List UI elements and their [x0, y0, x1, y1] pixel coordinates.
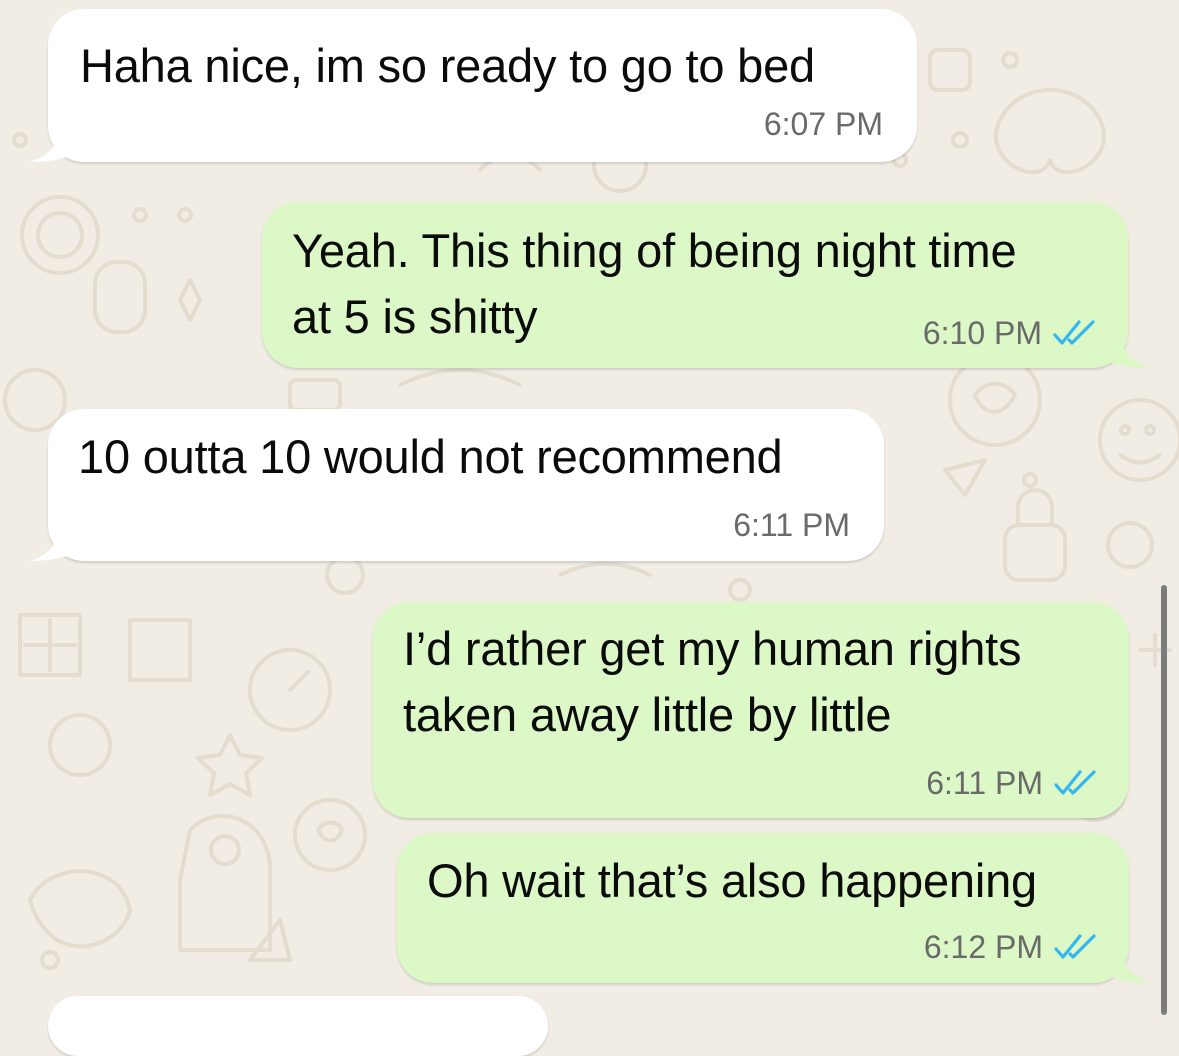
message-timestamp: 6:11 PM: [926, 764, 1043, 801]
message-timestamp: 6:07 PM: [763, 105, 883, 142]
message-text-line-1: Yeah. This thing of being night time: [292, 224, 1017, 277]
message-timestamp: 6:10 PM: [922, 314, 1042, 351]
message-text: 10 outta 10 would not recommend: [78, 430, 783, 483]
message-meta: 6:07 PM: [763, 105, 883, 142]
message-meta: 6:11 PM: [926, 764, 1101, 801]
message-meta: 6:10 PM: [922, 314, 1100, 351]
message-bubble-outgoing[interactable]: Oh wait that’s also happening 6:12 PM: [397, 833, 1151, 983]
message-text-line-1: I’d rather get my human rights: [403, 622, 1022, 675]
message-text-line-2: taken away little by little: [403, 688, 892, 741]
double-check-icon: [1054, 934, 1096, 959]
bubble-tail: [30, 122, 94, 162]
message-bubble-incoming[interactable]: Haha nice, im so ready to go to bed 6:07…: [30, 9, 917, 162]
message-bubble-outgoing[interactable]: I’d rather get my human rights taken awa…: [373, 602, 1129, 818]
scrollbar[interactable]: [1161, 585, 1167, 1015]
message-meta: 6:11 PM: [733, 506, 850, 543]
message-timestamp: 6:11 PM: [733, 506, 850, 543]
bubble-tail: [30, 521, 94, 561]
message-bubble-incoming[interactable]: 10 outta 10 would not recommend 6:11 PM: [30, 409, 884, 561]
double-check-icon: [1053, 320, 1095, 345]
message-text: Oh wait that’s also happening: [427, 854, 1037, 907]
message-bubble-outgoing[interactable]: Yeah. This thing of being night time at …: [262, 202, 1150, 368]
message-timestamp: 6:12 PM: [923, 928, 1043, 965]
message-text-line-2: at 5 is shitty: [292, 290, 538, 343]
double-check-icon: [1054, 770, 1096, 795]
message-meta: 6:12 PM: [923, 928, 1101, 965]
message-text: Haha nice, im so ready to go to bed: [80, 39, 815, 92]
message-bubble-partial[interactable]: [48, 996, 548, 1056]
